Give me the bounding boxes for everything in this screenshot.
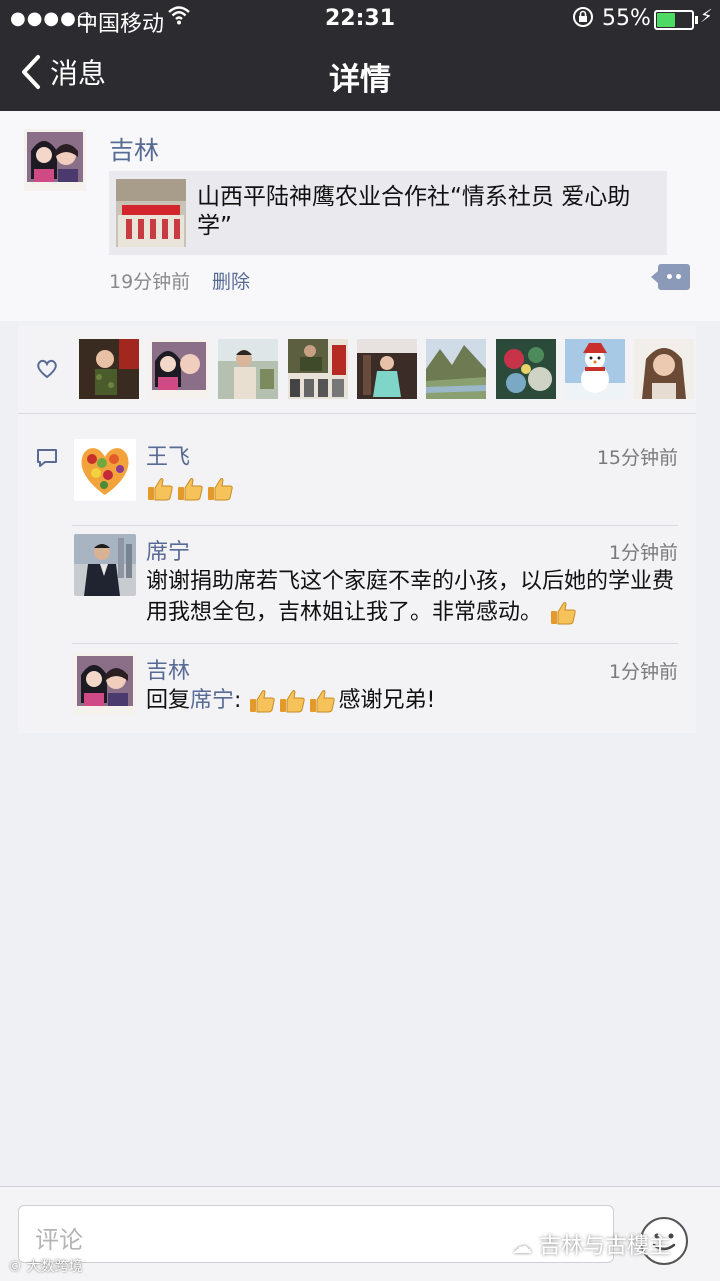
comment-icon (37, 449, 57, 467)
thumbs-up-emoji-icon (551, 602, 576, 625)
page-title: 详情 (329, 62, 391, 98)
comment-text: 谢谢捐助席若飞这个家庭不幸的小孩，以后她的学业费用我想全包，吉林姐让我了。非常感… (146, 566, 682, 628)
navigation-bar: 消息 详情 (0, 38, 720, 111)
link-title: 山西平陆神鹰农业合作社“情系社员 爱心助学” (197, 184, 631, 239)
comment-timestamp: 1分钟前 (608, 661, 678, 683)
commenter-name[interactable]: 席宁 (146, 534, 190, 566)
liker-avatar[interactable] (634, 339, 694, 399)
comment-item[interactable]: 王飞 15分钟前 (74, 439, 680, 525)
watermark-small-text: 大数跨境 (26, 1259, 83, 1275)
more-actions-button[interactable] (651, 264, 690, 290)
comment-divider (72, 643, 678, 644)
interactions-panel: 王飞 15分钟前 席宁 1分钟前 谢谢捐助席若飞这个家庭不幸的小孩，以后她的学业… (18, 325, 696, 733)
liker-avatar[interactable] (288, 339, 348, 399)
comment-body: 谢谢捐助席若飞这个家庭不幸的小孩，以后她的学业费用我想全包，吉林姐让我了。非常感… (146, 569, 675, 625)
comment-timestamp: 15分钟前 (596, 447, 678, 469)
liker-avatar[interactable] (426, 339, 486, 399)
moment-post: 吉林 山西平陆神鹰农业合作社“情系社员 爱心助学” 19分钟前 删除 (0, 111, 720, 321)
reply-to-name[interactable]: 席宁 (190, 688, 234, 713)
comment-item[interactable]: 吉林 1分钟前 回复席宁: 感谢兄弟! (74, 653, 680, 729)
post-timestamp: 19分钟前 (109, 271, 191, 293)
thumbs-up-emoji-icon (178, 478, 203, 501)
charging-icon: ⚡ (700, 6, 713, 27)
delete-button[interactable]: 删除 (212, 267, 250, 294)
comment-item[interactable]: 席宁 1分钟前 谢谢捐助席若飞这个家庭不幸的小孩，以后她的学业费用我想全包，吉林… (74, 534, 680, 644)
post-author-name[interactable]: 吉林 (109, 131, 159, 167)
thumbs-up-emoji-icon (148, 478, 173, 501)
thumbs-up-emoji-icon (208, 478, 233, 501)
link-thumbnail (116, 179, 186, 247)
comment-body: 感谢兄弟! (338, 688, 436, 713)
commenter-avatar[interactable] (74, 439, 136, 501)
watermark-small: © 大数跨境 (8, 1256, 82, 1276)
liker-avatar[interactable] (79, 339, 139, 399)
reply-prefix: 回复 (146, 688, 191, 713)
liker-avatar[interactable] (565, 339, 625, 399)
watermark-text: 吉林与古樓主 (539, 1234, 672, 1259)
comment-text (146, 473, 682, 504)
rotation-lock-icon (572, 6, 594, 34)
thumbs-up-emoji-icon (310, 690, 336, 713)
watermark: ☁ 吉林与古樓主 (512, 1228, 671, 1260)
likes-row (18, 325, 696, 414)
thumbs-up-emoji-icon (280, 690, 306, 713)
liker-avatar[interactable] (218, 339, 278, 399)
battery-icon (654, 10, 698, 30)
battery-percent: 55% (602, 6, 651, 31)
status-bar: ●●●●○ 中国移动 22:31 55% ⚡ (0, 0, 720, 38)
comment-timestamp: 1分钟前 (608, 542, 678, 564)
shared-link-card[interactable]: 山西平陆神鹰农业合作社“情系社员 爱心助学” (109, 171, 667, 255)
author-avatar[interactable] (24, 129, 86, 191)
comment-text: 回复席宁: 感谢兄弟! (146, 685, 682, 716)
commenter-name[interactable]: 吉林 (146, 653, 190, 685)
liker-avatar[interactable] (357, 339, 417, 399)
watermark-logo-icon: © (8, 1259, 22, 1275)
heart-icon (37, 359, 57, 379)
comment-divider (72, 525, 678, 526)
commenter-name[interactable]: 王飞 (146, 439, 190, 471)
reply-colon: : (234, 688, 242, 713)
commenter-avatar[interactable] (74, 534, 136, 596)
wechat-logo-icon: ☁ (512, 1234, 532, 1258)
liker-avatar[interactable] (496, 339, 556, 399)
commenter-avatar[interactable] (74, 653, 136, 715)
liker-avatar[interactable] (149, 339, 209, 399)
thumbs-up-emoji-icon (250, 690, 276, 713)
